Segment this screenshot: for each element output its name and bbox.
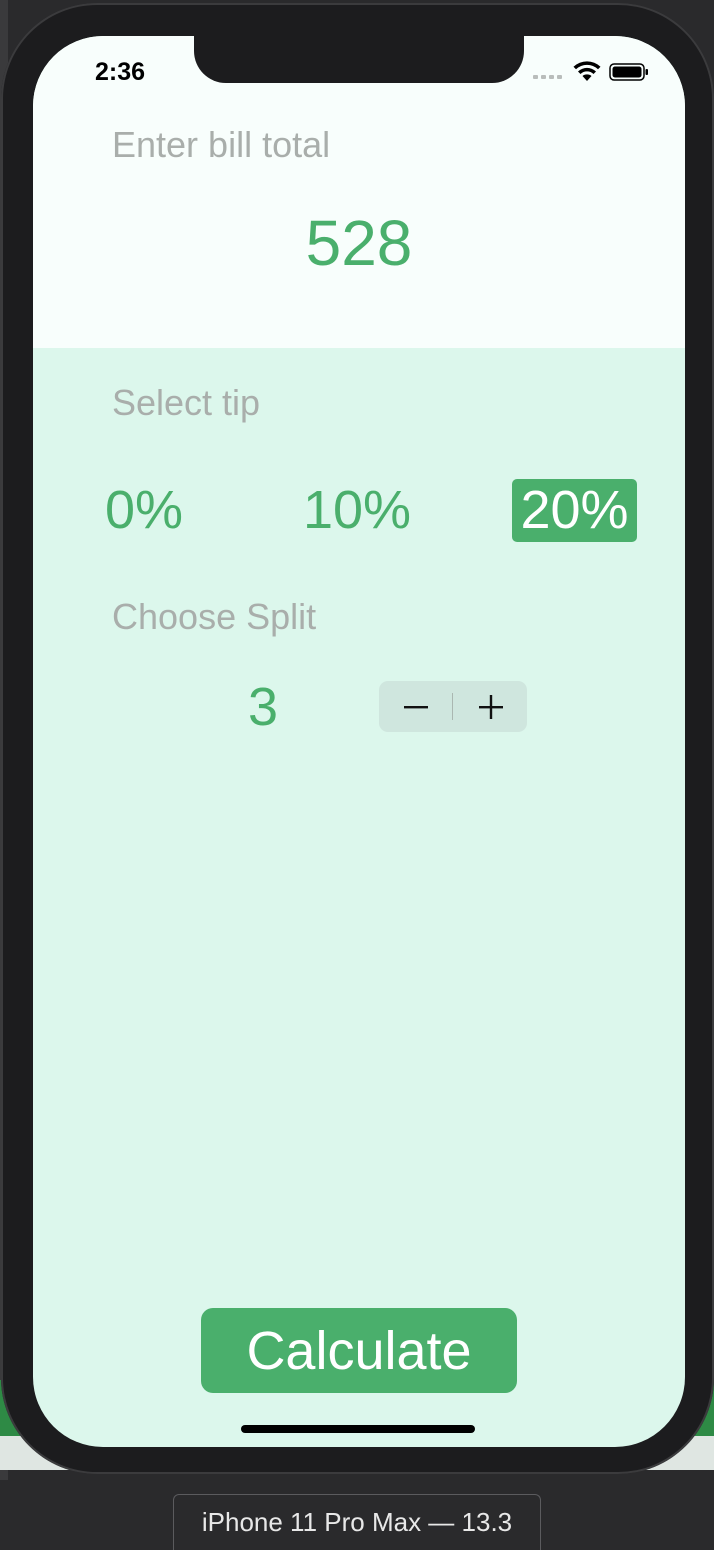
simulator-desktop: Enter bill total 528 2:36 Select tip 0% … bbox=[0, 0, 714, 1550]
iphone-frame: Enter bill total 528 2:36 Select tip 0% … bbox=[1, 3, 714, 1474]
split-label: Choose Split bbox=[112, 596, 317, 637]
simulator-device-label: iPhone 11 Pro Max — 13.3 bbox=[173, 1494, 541, 1550]
wifi-icon bbox=[573, 61, 601, 81]
calculate-button[interactable]: Calculate bbox=[201, 1308, 517, 1393]
app-screen: Enter bill total 528 2:36 Select tip 0% … bbox=[33, 36, 685, 1447]
tip-option-0[interactable]: 0% bbox=[99, 479, 189, 542]
split-stepper bbox=[379, 681, 527, 732]
stepper-minus-button[interactable] bbox=[379, 681, 452, 732]
plus-icon bbox=[478, 694, 503, 719]
stepper-divider bbox=[452, 693, 453, 720]
home-indicator bbox=[241, 1425, 475, 1433]
split-count: 3 bbox=[247, 677, 279, 737]
tip-option-20-selected[interactable]: 20% bbox=[512, 479, 637, 542]
bill-label: Enter bill total bbox=[112, 124, 331, 165]
cellular-signal-icon bbox=[533, 75, 562, 79]
bill-total-field[interactable]: 528 bbox=[33, 206, 685, 280]
status-icons bbox=[533, 60, 653, 82]
tip-label: Select tip bbox=[112, 382, 261, 423]
status-time: 2:36 bbox=[95, 58, 146, 86]
stepper-plus-button[interactable] bbox=[454, 681, 527, 732]
tip-option-10[interactable]: 10% bbox=[301, 479, 413, 542]
device-notch bbox=[194, 36, 524, 83]
minus-icon bbox=[403, 705, 428, 708]
battery-icon bbox=[609, 63, 648, 81]
